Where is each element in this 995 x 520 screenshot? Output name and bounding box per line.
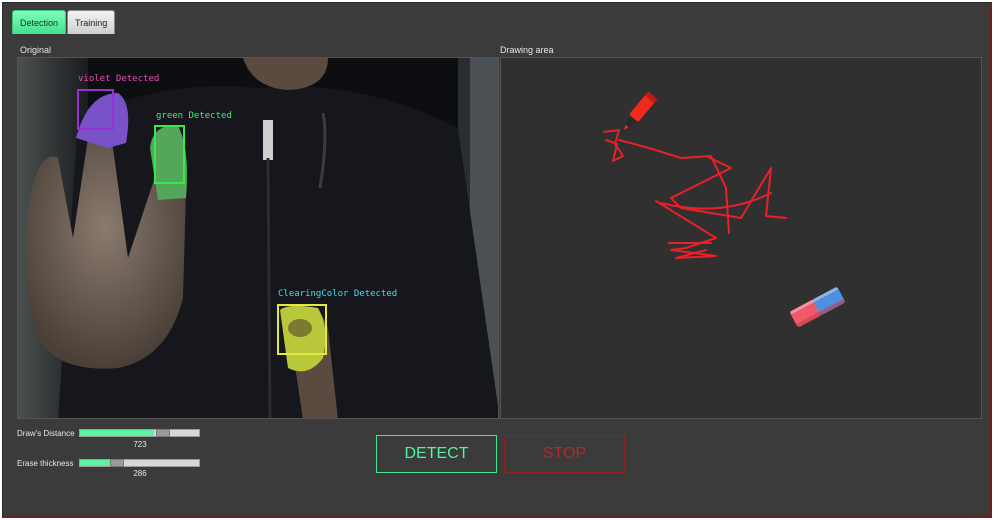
detection-box-violet	[77, 89, 114, 130]
tab-detection[interactable]: Detection	[12, 10, 67, 34]
detection-label-violet: violet Detected	[78, 74, 160, 84]
draw-distance-label: Draw's Distance	[17, 429, 75, 438]
camera-view: violet Detected green Detected ClearingC…	[17, 57, 499, 419]
detect-button[interactable]: DETECT	[376, 435, 497, 473]
original-label: Original	[20, 45, 52, 55]
erase-thickness-value: 286	[133, 469, 147, 478]
drawing-area-label: Drawing area	[500, 45, 554, 55]
marker-icon	[623, 91, 658, 130]
draw-distance-handle[interactable]	[156, 429, 170, 437]
erase-thickness-fill	[80, 460, 110, 466]
detection-label-green: green Detected	[156, 111, 232, 121]
stop-button[interactable]: STOP	[504, 435, 625, 473]
tab-training[interactable]: Training	[67, 10, 116, 34]
detection-box-clearing	[277, 304, 327, 355]
drawing-canvas[interactable]	[500, 57, 982, 419]
draw-distance-fill	[80, 430, 154, 436]
erase-thickness-slider[interactable]	[79, 459, 200, 467]
draw-distance-slider[interactable]	[79, 429, 200, 437]
eraser-icon	[789, 287, 845, 328]
drawing-strokes	[603, 129, 787, 259]
draw-distance-value: 723	[133, 440, 147, 449]
erase-thickness-handle[interactable]	[110, 459, 124, 467]
erase-thickness-label: Erase thickness	[17, 459, 74, 468]
tab-bar: Detection Training	[12, 10, 116, 34]
detection-box-green	[154, 125, 185, 184]
detection-label-clearing: ClearingColor Detected	[278, 289, 398, 299]
